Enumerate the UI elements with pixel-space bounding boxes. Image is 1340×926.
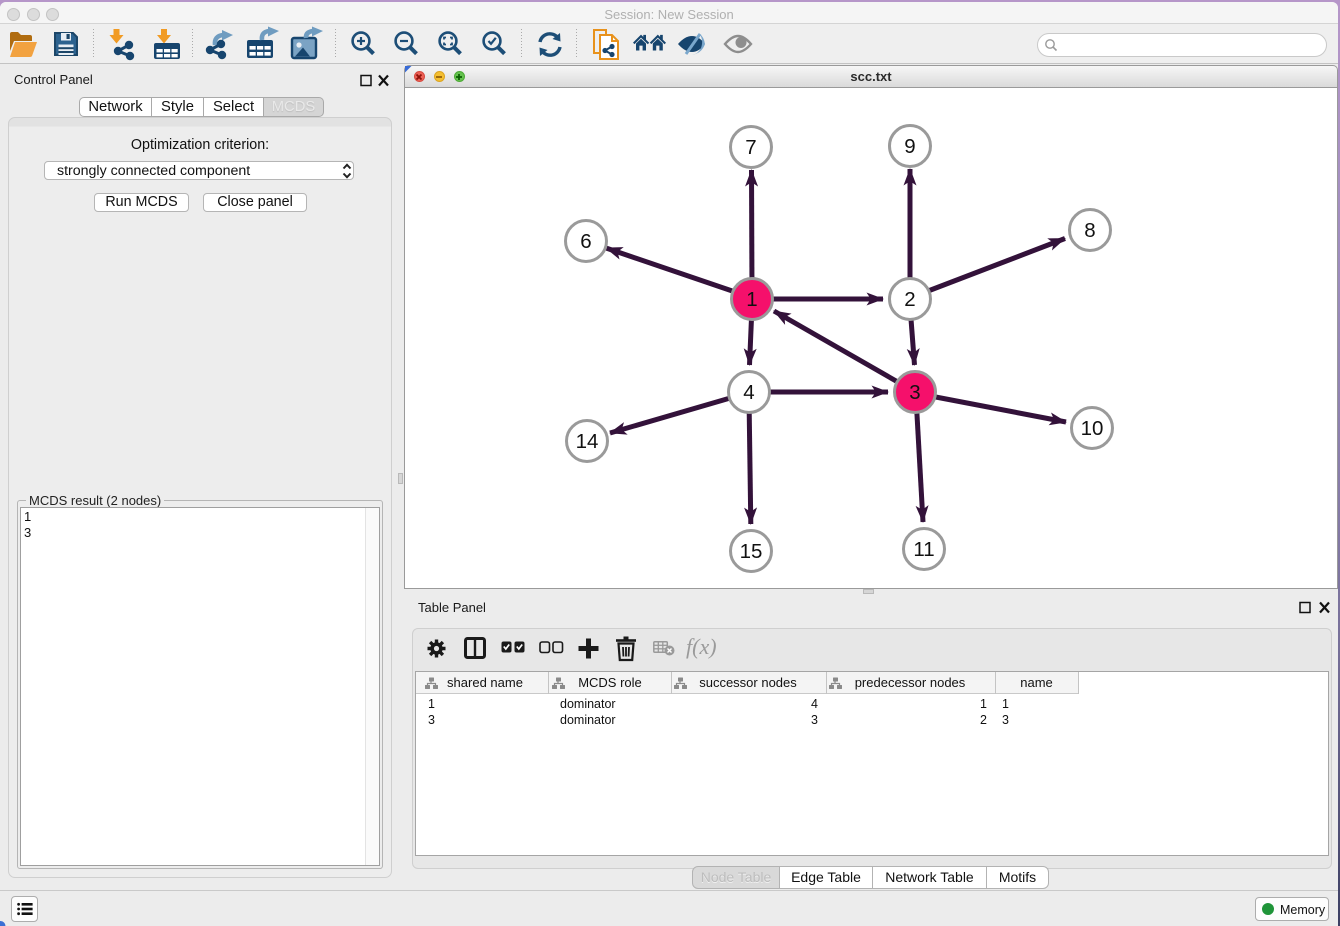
- svg-text:4: 4: [743, 381, 754, 404]
- svg-text:9: 9: [904, 135, 915, 158]
- svg-text:6: 6: [580, 230, 591, 253]
- svg-text:14: 14: [576, 430, 599, 453]
- svg-text:2: 2: [904, 288, 915, 311]
- svg-text:1: 1: [746, 288, 757, 311]
- svg-text:3: 3: [909, 381, 920, 404]
- svg-text:8: 8: [1084, 219, 1095, 242]
- svg-text:11: 11: [913, 538, 934, 561]
- svg-text:15: 15: [740, 540, 763, 563]
- svg-text:10: 10: [1081, 417, 1104, 440]
- svg-text:7: 7: [745, 136, 756, 159]
